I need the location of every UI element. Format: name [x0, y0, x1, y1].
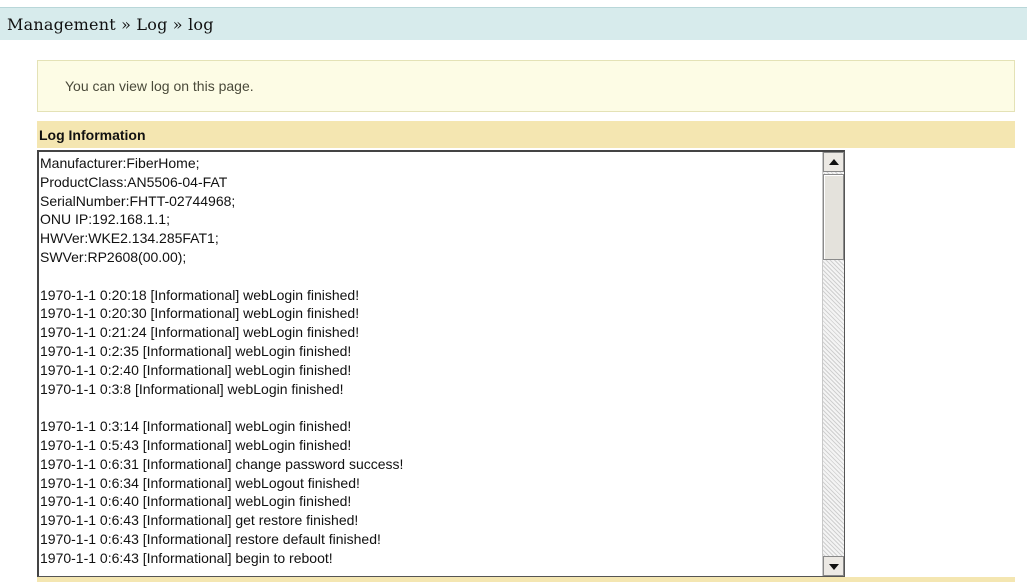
log-line: 1970-1-1 0:6:43 [Informational] get rest… — [40, 512, 359, 529]
arrow-down-icon — [829, 564, 839, 570]
log-line: 1970-1-1 0:3:8 [Informational] webLogin … — [40, 380, 344, 397]
log-line: 1970-1-1 0:20:30 [Informational] webLogi… — [40, 305, 360, 322]
log-line: 1970-1-1 0:6:40 [Informational] webLogin… — [40, 493, 352, 510]
log-line: 1970-1-1 0:6:31 [Informational] change p… — [40, 455, 404, 472]
scroll-thumb[interactable] — [823, 174, 844, 260]
section-title: Log Information — [39, 127, 146, 143]
log-line: 1970-1-1 0:6:34 [Informational] webLogou… — [40, 474, 360, 491]
log-line: 1970-1-1 0:3:14 [Informational] webLogin… — [40, 418, 352, 435]
log-scrollbar[interactable] — [822, 152, 844, 576]
log-line: 1970-1-1 0:6:43 [Informational] begin to… — [40, 549, 333, 566]
log-line: ONU IP:192.168.1.1; — [40, 211, 170, 228]
log-content: Manufacturer:FiberHome; ProductClass:AN55… — [40, 154, 820, 568]
info-box: You can view log on this page. — [37, 60, 1015, 112]
log-line: SWVer:RP2608(00.00); — [40, 248, 187, 265]
breadcrumb: Management » Log » log — [7, 15, 214, 34]
scroll-up-button[interactable] — [823, 152, 844, 172]
log-line: Manufacturer:FiberHome; — [40, 155, 200, 171]
section-footer — [37, 577, 1015, 582]
log-line: 1970-1-1 0:5:43 [Informational] webLogin… — [40, 436, 352, 453]
log-line: SerialNumber:FHTT-02744968; — [40, 192, 236, 209]
arrow-up-icon — [829, 159, 839, 165]
section-header: Log Information — [37, 121, 1015, 148]
log-line: ProductClass:AN5506-04-FAT — [40, 173, 228, 190]
top-bar: Management » Log » log — [0, 7, 1027, 40]
scroll-down-button[interactable] — [823, 556, 844, 576]
log-line: 1970-1-1 0:2:35 [Informational] webLogin… — [40, 342, 352, 359]
log-line: 1970-1-1 0:2:40 [Informational] webLogin… — [40, 361, 352, 378]
log-line: 1970-1-1 0:20:18 [Informational] webLogi… — [40, 286, 360, 303]
info-text: You can view log on this page. — [65, 78, 254, 94]
log-line: 1970-1-1 0:6:43 [Informational] restore … — [40, 530, 381, 547]
log-line: HWVer:WKE2.134.285FAT1; — [40, 230, 219, 247]
log-textarea[interactable]: Manufacturer:FiberHome; ProductClass:AN55… — [37, 150, 845, 577]
log-line: 1970-1-1 0:21:24 [Informational] webLogi… — [40, 324, 360, 341]
